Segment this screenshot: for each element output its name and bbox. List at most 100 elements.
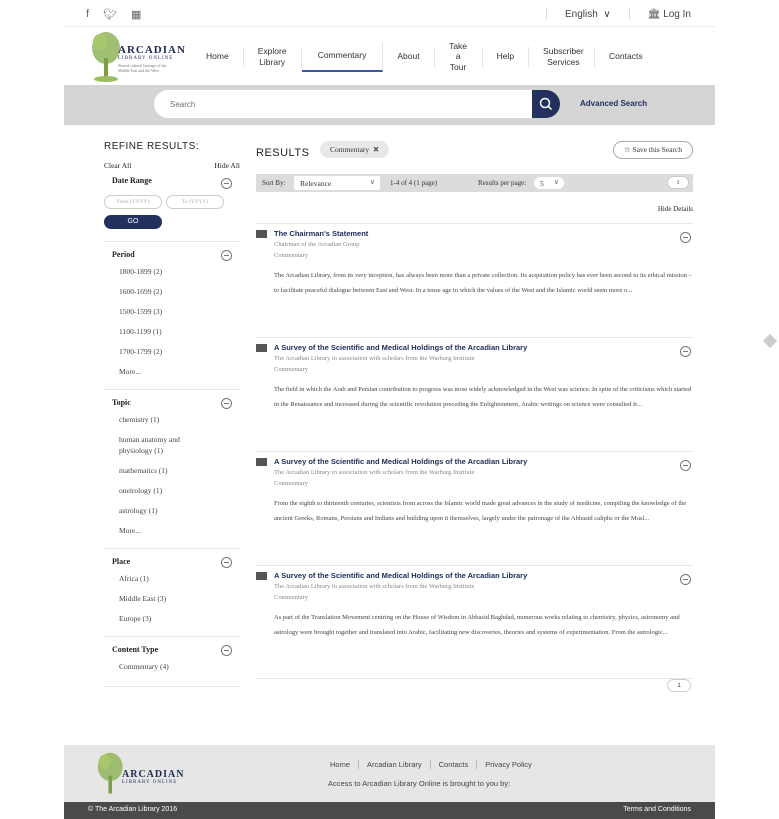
more-link[interactable]: More... xyxy=(119,525,240,536)
page-number[interactable]: 1 xyxy=(667,176,689,189)
sort-select[interactable]: Relevance ∨ xyxy=(294,176,380,190)
book-icon xyxy=(256,572,267,580)
facet-item[interactable]: 1500-1599 (3) xyxy=(119,306,240,317)
result-author: Chairman of the Arcadian Group xyxy=(274,241,360,248)
result-author: The Arcadian Library in association with… xyxy=(274,355,475,362)
footer-link-home[interactable]: Home xyxy=(322,760,360,769)
facet-item[interactable]: 1600-1699 (2) xyxy=(119,286,240,297)
sort-label: Sort By: xyxy=(262,179,286,187)
nav-commentary[interactable]: Commentary xyxy=(301,41,384,72)
nav-take-a-tour[interactable]: Take a Tour xyxy=(435,41,483,72)
collapse-icon[interactable] xyxy=(680,232,691,243)
divider xyxy=(546,8,547,20)
logo-title: ARCADIAN xyxy=(118,44,186,56)
results-range: 1-4 of 4 (1 page) xyxy=(390,179,438,187)
nav-help[interactable]: Help xyxy=(483,46,530,67)
nav-about[interactable]: About xyxy=(383,46,435,67)
footer-logo[interactable]: ARCADIAN LIBRARY ONLINE xyxy=(94,751,183,802)
nav-subscriber-services[interactable]: Subscriber Services xyxy=(529,46,596,67)
book-icon xyxy=(256,458,267,466)
facet-place: Place Africa (1) Middle East (3) Europe … xyxy=(104,548,240,636)
nav-home[interactable]: Home xyxy=(192,46,244,67)
copyright-text: © The Arcadian Library 2016 xyxy=(88,806,178,813)
language-select[interactable]: English ∨ xyxy=(565,9,611,20)
result-type: Commentary xyxy=(274,366,308,373)
result-type: Commentary xyxy=(274,594,308,601)
facet-item[interactable]: oneirology (1) xyxy=(119,485,240,496)
collapse-icon[interactable] xyxy=(680,460,691,471)
result-type: Commentary xyxy=(274,252,308,259)
collapse-icon[interactable] xyxy=(680,574,691,585)
twitter-icon[interactable]: 🐦︎ xyxy=(103,8,117,21)
save-search-button[interactable]: ☆ Save this Search xyxy=(612,141,693,159)
main-nav: Home Explore Library Commentary About Ta… xyxy=(192,28,657,85)
per-page-select[interactable]: 5 ∨ xyxy=(534,177,564,189)
facet-item[interactable]: human anatomy and physiology (1) xyxy=(119,434,209,456)
hide-all-link[interactable]: Hide All xyxy=(214,161,240,170)
result-title[interactable]: A Survey of the Scientific and Medical H… xyxy=(274,571,527,580)
search-band: Advanced Search xyxy=(64,85,715,125)
nav-explore-library[interactable]: Explore Library xyxy=(244,46,302,67)
remove-filter-icon[interactable]: ✕ xyxy=(373,145,379,154)
result-author: The Arcadian Library in association with… xyxy=(274,583,475,590)
facet-date-range: Date Range From (YYYY) To (YYYY) GO xyxy=(104,170,240,235)
result-title[interactable]: The Chairman's Statement xyxy=(274,229,368,238)
facet-item[interactable]: Commentary (4) xyxy=(119,661,240,672)
facet-item[interactable]: Middle East (3) xyxy=(119,593,240,604)
facebook-icon[interactable]: f xyxy=(86,8,89,21)
result-title[interactable]: A Survey of the Scientific and Medical H… xyxy=(274,343,527,352)
result-type: Commentary xyxy=(274,480,308,487)
facet-item[interactable]: mathematics (1) xyxy=(119,465,240,476)
logo-subtitle: LIBRARY ONLINE xyxy=(118,56,174,61)
date-to-input[interactable]: To (YYYY) xyxy=(166,195,224,209)
search-button[interactable] xyxy=(532,90,560,118)
logo-title: ARCADIAN xyxy=(122,769,185,780)
date-go-button[interactable]: GO xyxy=(104,215,162,229)
result-item: A Survey of the Scientific and Medical H… xyxy=(256,565,693,679)
result-title[interactable]: A Survey of the Scientific and Medical H… xyxy=(274,457,527,466)
nav-contacts[interactable]: Contacts xyxy=(595,47,657,67)
facet-item[interactable]: 1100-1199 (1) xyxy=(119,326,240,337)
collapse-icon[interactable] xyxy=(680,346,691,357)
chevron-down-icon: ∨ xyxy=(369,178,375,186)
advanced-search-link[interactable]: Advanced Search xyxy=(580,99,647,108)
facet-item[interactable]: astrology (1) xyxy=(119,505,240,516)
collapse-icon[interactable] xyxy=(221,557,232,568)
hide-details-link[interactable]: Hide Details xyxy=(658,205,693,213)
result-snippet: The field in which the Arab and Persian … xyxy=(274,386,692,408)
collapse-icon[interactable] xyxy=(221,178,232,189)
main-content: REFINE RESULTS: Clear All Hide All Date … xyxy=(64,125,715,745)
collapse-icon[interactable] xyxy=(221,645,232,656)
footer-link-arcadian-library[interactable]: Arcadian Library xyxy=(359,760,431,769)
star-icon: ☆ xyxy=(623,145,631,154)
facet-topic: Topic chemistry (1) human anatomy and ph… xyxy=(104,389,240,548)
facet-item[interactable]: Africa (1) xyxy=(119,573,240,584)
collapse-icon[interactable] xyxy=(221,250,232,261)
login-link[interactable]: 🏛︎ Log In xyxy=(648,9,691,20)
facet-item[interactable]: 1700-1799 (2) xyxy=(119,346,240,357)
refine-sidebar: REFINE RESULTS: Clear All Hide All Date … xyxy=(104,141,240,687)
logo-tagline: Shared cultural heritage of the Middle E… xyxy=(118,63,167,73)
arcadian-logo[interactable]: ARCADIAN LIBRARY ONLINE Shared cultural … xyxy=(88,30,185,82)
footer-links: Home Arcadian Library Contacts Privacy P… xyxy=(322,760,540,769)
calendar-icon[interactable]: ▦ xyxy=(131,8,141,21)
library-icon: 🏛︎ xyxy=(647,8,661,20)
refine-title: REFINE RESULTS: xyxy=(104,141,200,152)
result-item: A Survey of the Scientific and Medical H… xyxy=(256,337,693,451)
facet-item[interactable]: 1800-1899 (2) xyxy=(119,266,240,277)
feedback-tab-icon[interactable] xyxy=(762,333,778,349)
page-number-bottom[interactable]: 1 xyxy=(667,679,691,692)
search-input[interactable] xyxy=(154,90,532,118)
facet-item[interactable]: Europe (3) xyxy=(119,613,240,624)
footer-link-contacts[interactable]: Contacts xyxy=(431,760,478,769)
book-icon xyxy=(256,344,267,352)
facet-item[interactable]: chemistry (1) xyxy=(119,414,240,425)
book-icon xyxy=(256,230,267,238)
more-link[interactable]: More... xyxy=(119,366,240,377)
footer-link-privacy[interactable]: Privacy Policy xyxy=(477,760,540,769)
site-footer: ARCADIAN LIBRARY ONLINE Home Arcadian Li… xyxy=(64,745,715,802)
clear-all-link[interactable]: Clear All xyxy=(104,161,131,170)
date-from-input[interactable]: From (YYYY) xyxy=(104,195,162,209)
collapse-icon[interactable] xyxy=(221,398,232,409)
terms-link[interactable]: Terms and Conditions xyxy=(623,806,691,813)
